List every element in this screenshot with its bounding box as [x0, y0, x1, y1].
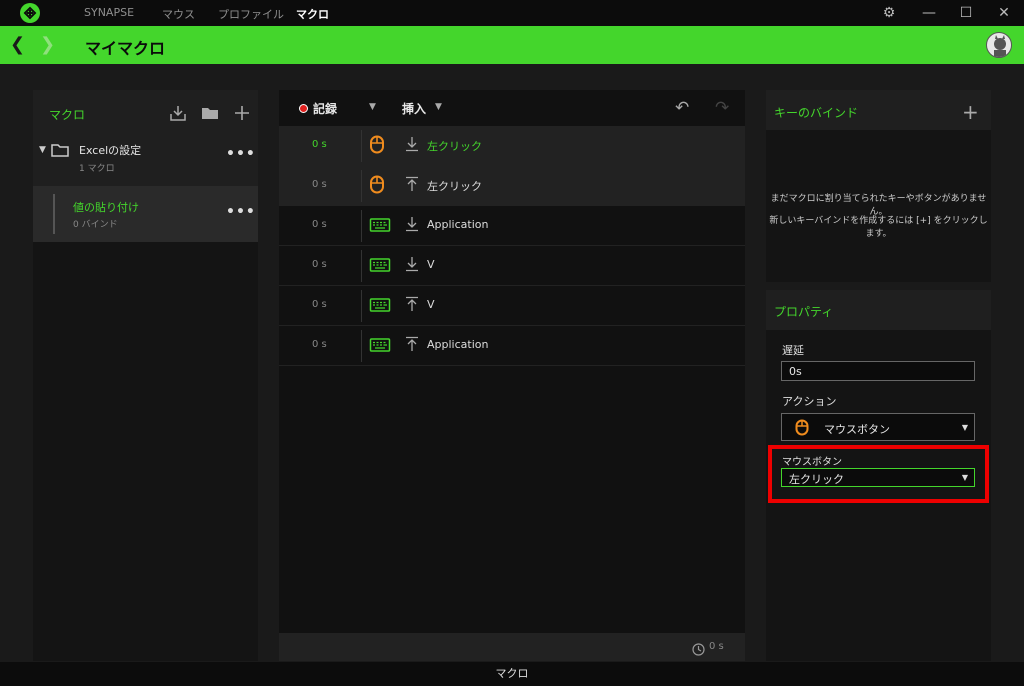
add-macro-icon[interactable] — [233, 104, 251, 126]
nav-tab-macro[interactable]: マクロ — [296, 6, 329, 29]
folder-add-icon[interactable] — [201, 104, 219, 126]
macro-list-header: マクロ — [33, 90, 258, 132]
down-arrow-icon — [405, 216, 419, 236]
keybind-panel: キーのバインド + まだマクロに割り当てられたキーやボタンがありません。 新しい… — [766, 90, 991, 282]
row-divider — [361, 290, 362, 322]
folder-count: 1 マクロ — [79, 164, 115, 174]
close-icon[interactable]: ✕ — [995, 4, 1013, 22]
event-delay: 0 s — [312, 339, 327, 350]
action-label: アクション — [782, 395, 837, 408]
page-title: マイマクロ — [85, 39, 166, 58]
footer-label: マクロ — [495, 667, 529, 680]
undo-icon[interactable]: ↶ — [675, 98, 689, 118]
record-icon[interactable] — [299, 104, 308, 113]
macro-event-row[interactable]: 0 s V — [279, 286, 745, 326]
back-arrow-icon[interactable]: ❮ — [10, 34, 25, 55]
row-divider — [361, 330, 362, 362]
record-button[interactable]: 記録 — [313, 100, 337, 117]
keyboard-icon — [369, 255, 391, 279]
highlight-box — [768, 445, 989, 503]
macro-event-row[interactable]: 0 s Application — [279, 206, 745, 246]
event-action: Application — [427, 218, 489, 231]
nav-tab-synapse[interactable]: SYNAPSE — [84, 6, 134, 19]
minimize-icon[interactable]: — — [920, 4, 938, 22]
macro-list-panel: マクロ ▼ Excelの設定 1 マクロ ••• 値の貼り付け 0 バインド •… — [33, 90, 258, 661]
record-dropdown-icon[interactable]: ▼ — [369, 102, 376, 112]
chevron-down-icon: ▼ — [961, 423, 968, 432]
up-arrow-icon — [405, 296, 419, 316]
keybind-title: キーのバインド — [774, 106, 859, 120]
delay-label: 遅延 — [782, 344, 804, 357]
delay-value: 0s — [789, 365, 802, 378]
macro-editor-panel: 記録 ▼ 挿入 ▼ ↶ ↷ 0 s 左クリック 0 s 左クリック 0 s Applica… — [279, 90, 745, 661]
nav-tab-mouse[interactable]: マウス — [162, 6, 195, 22]
mouse-icon — [369, 135, 385, 159]
properties-title: プロパティ — [774, 305, 834, 319]
import-icon[interactable] — [169, 104, 187, 126]
folder-menu-button[interactable]: ••• — [226, 146, 256, 162]
keybind-header: キーのバインド + — [766, 90, 991, 130]
mouse-icon — [369, 175, 385, 199]
macro-bind-count: 0 バインド — [73, 220, 118, 230]
down-arrow-icon — [405, 136, 419, 156]
folder-name: Excelの設定 — [79, 144, 142, 157]
page-header: ❮ ❯ マイマクロ — [0, 26, 1024, 64]
event-delay: 0 s — [312, 139, 327, 150]
event-action: 左クリック — [427, 180, 482, 193]
macro-list-title: マクロ — [49, 108, 86, 122]
insert-button[interactable]: 挿入 — [402, 100, 426, 117]
tree-line — [53, 194, 55, 234]
event-action: V — [427, 298, 435, 311]
properties-header: プロパティ — [766, 290, 991, 330]
event-delay: 0 s — [312, 299, 327, 310]
clock-icon — [692, 641, 705, 660]
row-divider — [361, 130, 362, 162]
event-action: V — [427, 258, 435, 271]
footer-bar: マクロ — [0, 662, 1024, 686]
event-delay: 0 s — [312, 259, 327, 270]
row-divider — [361, 170, 362, 202]
mouse-icon — [795, 419, 809, 439]
event-delay: 0 s — [312, 219, 327, 230]
insert-dropdown-icon[interactable]: ▼ — [435, 102, 442, 112]
action-select[interactable]: マウスボタン ▼ — [781, 413, 975, 441]
row-divider — [361, 250, 362, 282]
total-duration: 0 s — [709, 641, 724, 652]
avatar[interactable] — [986, 32, 1012, 58]
settings-gear-icon[interactable]: ⚙ — [880, 4, 898, 22]
editor-toolbar: 記録 ▼ 挿入 ▼ ↶ ↷ — [279, 90, 745, 126]
event-action: 左クリック — [427, 140, 482, 153]
nav-tab-profile[interactable]: プロファイル — [218, 6, 284, 22]
razer-logo-icon — [20, 3, 40, 23]
macro-list-item[interactable]: 値の貼り付け 0 バインド ••• — [33, 186, 258, 242]
up-arrow-icon — [405, 336, 419, 356]
macro-menu-button[interactable]: ••• — [226, 204, 256, 220]
event-delay: 0 s — [312, 179, 327, 190]
action-value: マウスボタン — [824, 423, 890, 436]
macro-event-row[interactable]: 0 s 左クリック — [279, 126, 745, 166]
macro-folder[interactable]: ▼ Excelの設定 1 マクロ ••• — [33, 132, 258, 186]
macro-name: 値の貼り付け — [73, 201, 139, 214]
event-action: Application — [427, 338, 489, 351]
caret-down-icon[interactable]: ▼ — [39, 145, 46, 155]
macro-event-list: 0 s 左クリック 0 s 左クリック 0 s Application 0 sV0 sV0 … — [279, 126, 745, 366]
forward-arrow-icon[interactable]: ❯ — [40, 34, 55, 55]
keyboard-icon — [369, 335, 391, 359]
title-bar: SYNAPSE マウス プロファイル マクロ ⚙ — ☐ ✕ — [0, 0, 1024, 29]
redo-icon[interactable]: ↷ — [715, 98, 729, 118]
keyboard-icon — [369, 295, 391, 319]
delay-input[interactable]: 0s — [781, 361, 975, 381]
macro-event-row[interactable]: 0 s Application — [279, 326, 745, 366]
macro-event-row[interactable]: 0 s V — [279, 246, 745, 286]
row-divider — [361, 210, 362, 242]
editor-footer: 0 s — [279, 633, 745, 661]
down-arrow-icon — [405, 256, 419, 276]
macro-event-row[interactable]: 0 s 左クリック — [279, 166, 745, 206]
maximize-icon[interactable]: ☐ — [957, 4, 975, 22]
add-keybind-icon[interactable]: + — [962, 100, 979, 124]
keybind-empty-line-2: 新しいキーバインドを作成するには [+] をクリックします。 — [769, 216, 988, 239]
up-arrow-icon — [405, 176, 419, 196]
keyboard-icon — [369, 215, 391, 239]
folder-icon — [51, 142, 69, 162]
